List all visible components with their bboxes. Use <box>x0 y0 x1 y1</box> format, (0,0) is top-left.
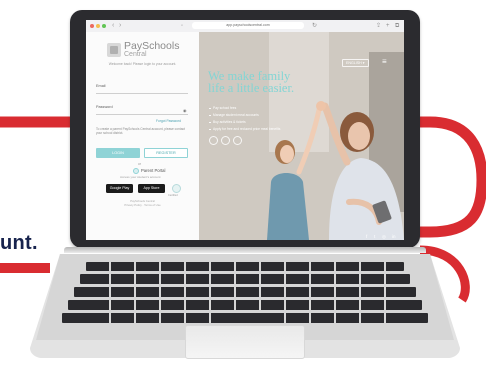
or-divider: or <box>138 162 142 166</box>
promo-stage: unt. ‹ › ◦ app.payschoolscentral.com ↻ ⇪… <box>0 0 486 375</box>
shield-icon: ◦ <box>181 23 184 29</box>
forgot-password-link[interactable]: Forgot Password <box>156 119 181 123</box>
forward-arrow-icon[interactable]: › <box>119 22 121 30</box>
app-store-badge[interactable]: App Store <box>138 184 165 193</box>
fees-circle-icon <box>209 136 218 145</box>
register-button[interactable]: REGISTER <box>144 148 188 158</box>
family-high-five-photo <box>199 32 404 240</box>
password-field[interactable] <box>96 114 188 115</box>
reload-icon[interactable]: ↻ <box>312 22 317 30</box>
linkedin-icon[interactable]: in <box>392 234 396 240</box>
list-item: Buy activities & tickets <box>209 119 304 126</box>
share-icon[interactable]: ⇪ <box>376 22 381 30</box>
headline-line-2: life a little easier. <box>208 81 295 95</box>
tickets-circle-icon <box>233 136 242 145</box>
certification-seal-icon <box>172 184 181 193</box>
laptop-touchpad <box>185 325 305 359</box>
hero-headline: We make family life a little easier. <box>208 70 328 95</box>
google-play-badge[interactable]: Google Play <box>106 184 133 193</box>
certification-label: Certified <box>168 194 178 197</box>
tabs-icon[interactable]: ⧉ <box>395 22 399 30</box>
payschools-logo-icon <box>107 43 121 57</box>
back-arrow-icon[interactable]: ‹ <box>112 22 114 30</box>
email-field[interactable] <box>96 93 188 94</box>
login-panel: PaySchools Central Welcome back! Please … <box>86 32 199 240</box>
list-item: Apply for free and reduced price meal be… <box>209 126 304 133</box>
list-item: Pay school fees <box>209 105 304 112</box>
add-tab-icon[interactable]: + <box>386 22 390 30</box>
hero-panel: ENGLISH ▾ ≡ We make family life a little… <box>199 32 404 240</box>
instagram-icon[interactable]: ◎ <box>382 234 386 240</box>
list-item: Manage student meal accounts <box>209 112 304 119</box>
feature-list: Pay school fees Manage student meal acco… <box>209 105 304 133</box>
account-info-text: To create a parent PaySchools Central ac… <box>96 127 185 135</box>
laptop-screen: ‹ › ◦ app.payschoolscentral.com ↻ ⇪ + ⧉ … <box>86 20 404 240</box>
footer-links[interactable]: Privacy Policy · Terms of Use <box>92 203 193 208</box>
menu-icon[interactable]: ≡ <box>382 58 387 66</box>
close-window-dot[interactable] <box>90 24 94 28</box>
language-selector[interactable]: ENGLISH ▾ <box>342 59 369 67</box>
address-bar[interactable]: app.payschoolscentral.com <box>192 22 304 29</box>
minimize-window-dot[interactable] <box>96 24 100 28</box>
show-password-icon[interactable]: ◉ <box>183 108 187 113</box>
email-label: Email <box>96 84 106 88</box>
password-label: Password <box>96 105 113 109</box>
logo-title: PaySchools <box>124 40 180 52</box>
facebook-icon[interactable]: f <box>366 234 367 240</box>
maximize-window-dot[interactable] <box>102 24 106 28</box>
parent-portal-link[interactable]: Parent Portal <box>141 168 165 173</box>
meals-circle-icon <box>221 136 230 145</box>
parent-portal-icon <box>133 168 139 174</box>
logo-subtitle: Central <box>124 51 147 58</box>
twitter-icon[interactable]: t <box>374 234 375 240</box>
login-button[interactable]: LOGIN <box>96 148 140 158</box>
welcome-text: Welcome back! Please login to your accou… <box>108 62 177 66</box>
parent-portal-subtext: Access your student's account <box>120 175 161 179</box>
